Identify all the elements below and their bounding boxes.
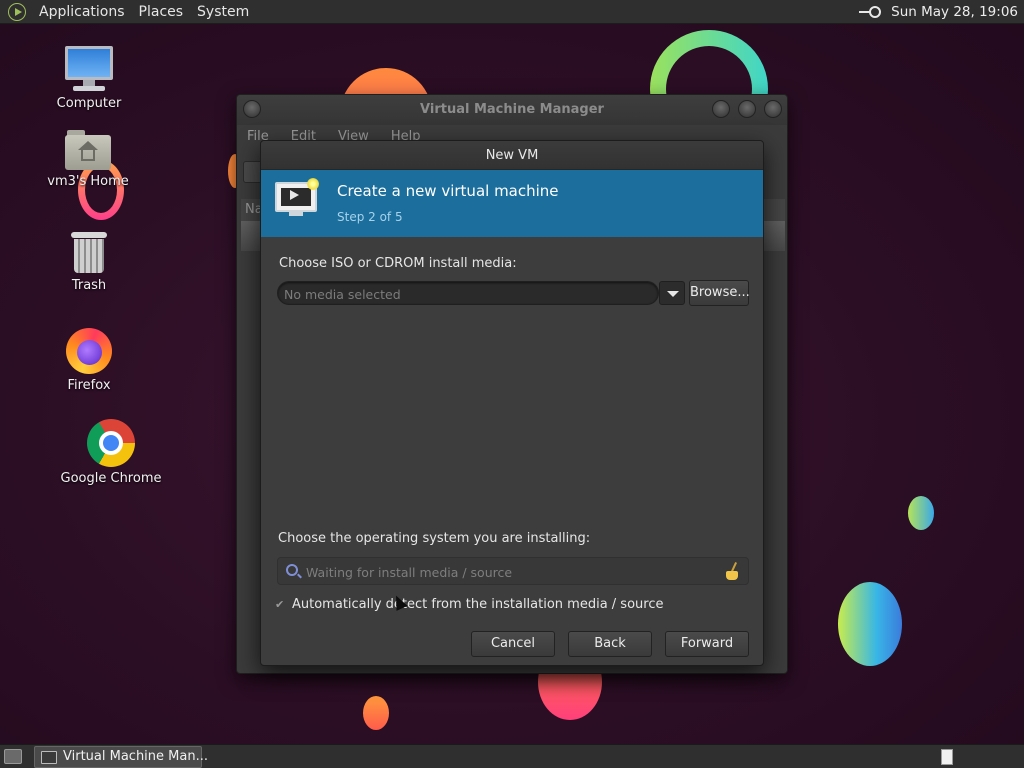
home-folder-icon <box>65 130 111 170</box>
menu-system[interactable]: System <box>190 0 256 24</box>
os-label: Choose the operating system you are inst… <box>278 531 591 546</box>
top-panel: Applications Places System Sun May 28, 1… <box>0 0 1024 24</box>
clear-broom-icon[interactable] <box>724 562 740 582</box>
search-icon <box>286 564 298 576</box>
bottom-taskbar: Virtual Machine Man... <box>0 744 1024 768</box>
cancel-button[interactable]: Cancel <box>471 631 555 657</box>
desktop-icon-home[interactable]: vm3's Home <box>28 130 148 189</box>
desktop-icon-label: Trash <box>71 278 107 293</box>
wallpaper-small-orange-oval <box>363 696 389 730</box>
computer-icon <box>65 46 113 92</box>
auto-detect-label[interactable]: Automatically detect from the installati… <box>292 597 663 612</box>
trash-icon <box>71 230 107 274</box>
desktop-icon-chrome[interactable]: Google Chrome <box>51 419 171 486</box>
media-input[interactable] <box>284 285 644 303</box>
desktop-icon-label: Google Chrome <box>60 471 162 486</box>
key-icon[interactable] <box>859 5 882 18</box>
workspace-switcher-icon[interactable] <box>941 749 953 765</box>
minimize-button[interactable] <box>712 100 730 118</box>
auto-detect-row[interactable]: ✔ Automatically detect from the installa… <box>275 595 663 613</box>
forward-button[interactable]: Forward <box>665 631 749 657</box>
auto-detect-checkbox[interactable]: ✔ <box>275 598 288 611</box>
wizard-title: Create a new virtual machine <box>337 182 559 200</box>
media-label: Choose ISO or CDROM install media: <box>279 256 517 271</box>
chevron-down-icon <box>667 291 679 297</box>
new-vm-dialog[interactable]: New VM Create a new virtual machine Step… <box>260 140 764 666</box>
media-combobox[interactable] <box>277 281 659 305</box>
browse-button[interactable]: Browse... <box>689 280 750 306</box>
panel-clock[interactable]: Sun May 28, 19:06 <box>891 4 1018 20</box>
vmm-titlebar[interactable]: Virtual Machine Manager <box>237 95 787 125</box>
desktop-icon-label: Computer <box>56 96 122 111</box>
menu-places[interactable]: Places <box>132 0 191 24</box>
menu-applications[interactable]: Applications <box>32 0 132 24</box>
taskbar-item-vmm[interactable]: Virtual Machine Man... <box>34 746 208 768</box>
new-vm-titlebar[interactable]: New VM <box>261 141 763 170</box>
vmm-window-icon <box>41 751 57 764</box>
media-dropdown-button[interactable] <box>659 281 685 305</box>
wizard-header: Create a new virtual machine Step 2 of 5 <box>261 170 763 237</box>
vmm-title: Virtual Machine Manager <box>420 102 604 117</box>
maximize-button[interactable] <box>738 100 756 118</box>
close-button[interactable] <box>764 100 782 118</box>
new-vm-icon <box>275 178 319 222</box>
wallpaper-small-green-oval <box>908 496 934 530</box>
desktop-icon-computer[interactable]: Computer <box>29 46 149 111</box>
desktop-icon-trash[interactable]: Trash <box>29 230 149 293</box>
new-vm-title: New VM <box>485 148 539 163</box>
show-desktop-icon[interactable] <box>4 749 22 764</box>
desktop-icon-label: Firefox <box>67 378 111 393</box>
firefox-icon <box>66 328 112 374</box>
desktop-icon-firefox[interactable]: Firefox <box>29 328 149 393</box>
distro-logo-icon[interactable] <box>8 2 26 21</box>
os-search-input[interactable] <box>306 563 706 581</box>
desktop-icon-label: vm3's Home <box>47 174 129 189</box>
os-search-field[interactable] <box>277 557 749 585</box>
back-button[interactable]: Back <box>568 631 652 657</box>
taskbar-item-label: Virtual Machine Man... <box>63 749 208 764</box>
chrome-icon <box>87 419 135 467</box>
wallpaper-green-blue-oval <box>838 582 902 666</box>
wizard-step: Step 2 of 5 <box>337 210 403 224</box>
